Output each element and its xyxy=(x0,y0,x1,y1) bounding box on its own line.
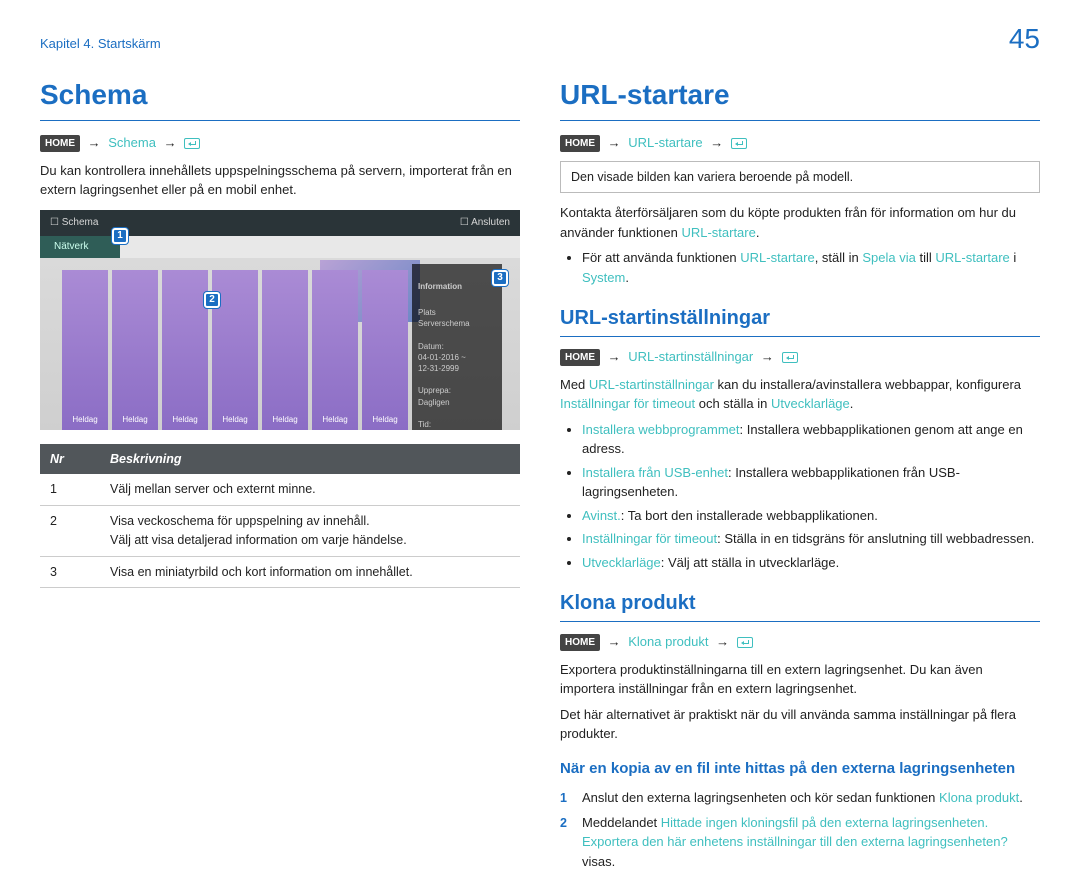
breadcrumb-link: URL-startare xyxy=(628,135,702,150)
table-row: 3 Visa en miniatyrbild och kort informat… xyxy=(40,556,520,588)
table-row: 2 Visa veckoschema för uppspelning av in… xyxy=(40,506,520,557)
para: Exportera produktinställningarna till en… xyxy=(560,660,1040,699)
home-badge: HOME xyxy=(560,634,600,651)
page-header: Kapitel 4. Startskärm 45 xyxy=(40,18,1040,60)
home-badge: HOME xyxy=(560,349,600,366)
schema-intro: Du kan kontrollera innehållets uppspelni… xyxy=(40,161,520,200)
enter-icon xyxy=(737,637,753,648)
bullet: Installera från USB-enhet: Installera we… xyxy=(582,463,1040,502)
step-1: 1 Anslut den externa lagringsenheten och… xyxy=(560,788,1040,808)
right-column: URL-startare HOME → URL-startare → Den v… xyxy=(560,74,1040,877)
para: Det här alternativet är praktiskt när du… xyxy=(560,705,1040,744)
callout-3: 3 xyxy=(492,270,508,286)
para: Kontakta återförsäljaren som du köpte pr… xyxy=(560,203,1040,242)
para: Med URL-startinställningar kan du instal… xyxy=(560,375,1040,414)
section-title-schema: Schema xyxy=(40,74,520,121)
breadcrumb-link: Schema xyxy=(108,135,156,150)
table-row: 1 Välj mellan server och externt minne. xyxy=(40,474,520,505)
ss-day: Heldag xyxy=(112,270,158,430)
th-nr: Nr xyxy=(40,444,100,475)
th-desc: Beskrivning xyxy=(100,444,520,475)
ss-network-tab: Nätverk 1 xyxy=(40,236,120,258)
breadcrumb-urlstartare: HOME → URL-startare → xyxy=(560,133,1040,153)
ss-day: Heldag xyxy=(262,270,308,430)
schema-screenshot: ☐ Schema ☐ Ansluten Nätverk 1 Heldag Hel… xyxy=(40,210,520,430)
callout-2: 2 xyxy=(204,292,220,308)
breadcrumb-schema: HOME → Schema → xyxy=(40,133,520,153)
ss-title: Schema xyxy=(62,217,99,228)
note-box: Den visade bilden kan variera beroende p… xyxy=(560,161,1040,194)
section-title-klona: Klona produkt xyxy=(560,588,1040,622)
subsection-title: När en kopia av en fil inte hittas på de… xyxy=(560,758,1040,781)
breadcrumb-urlsettings: HOME → URL-startinställningar → xyxy=(560,347,1040,367)
section-title-urlsettings: URL-startinställningar xyxy=(560,303,1040,337)
description-table: Nr Beskrivning 1 Välj mellan server och … xyxy=(40,444,520,589)
bullet: Avinst.: Ta bort den installerade webbap… xyxy=(582,506,1040,526)
enter-icon xyxy=(731,138,747,149)
home-badge: HOME xyxy=(560,135,600,152)
breadcrumb-link: Klona produkt xyxy=(628,634,708,649)
home-badge: HOME xyxy=(40,135,80,152)
breadcrumb-link: URL-startinställningar xyxy=(628,349,753,364)
ss-day: Heldag xyxy=(312,270,358,430)
ss-day: Heldag xyxy=(162,270,208,430)
page-number: 45 xyxy=(1009,18,1040,60)
step-2: 2 Meddelandet Hittade ingen kloningsfil … xyxy=(560,813,1040,872)
section-title-urlstartare: URL-startare xyxy=(560,74,1040,121)
breadcrumb-klona: HOME → Klona produkt → xyxy=(560,632,1040,652)
bullet: Installera webbprogrammet: Installera we… xyxy=(582,420,1040,459)
left-column: Schema HOME → Schema → Du kan kontroller… xyxy=(40,74,520,877)
enter-icon xyxy=(184,138,200,149)
ss-day: Heldag 2 xyxy=(212,270,258,430)
bullet: För att använda funktionen URL-startare,… xyxy=(582,248,1040,287)
ss-day: Heldag xyxy=(62,270,108,430)
bullet: Inställningar för timeout: Ställa in en … xyxy=(582,529,1040,549)
ss-connected: ☐ Ansluten xyxy=(460,215,510,230)
bullet: Utvecklarläge: Välj att ställa in utveck… xyxy=(582,553,1040,573)
chapter-label: Kapitel 4. Startskärm xyxy=(40,34,161,54)
enter-icon xyxy=(782,352,798,363)
callout-1: 1 xyxy=(112,228,128,244)
ss-info-panel: Information 3 Plats Serverschema Datum: … xyxy=(412,264,502,430)
ss-day: Heldag xyxy=(362,270,408,430)
